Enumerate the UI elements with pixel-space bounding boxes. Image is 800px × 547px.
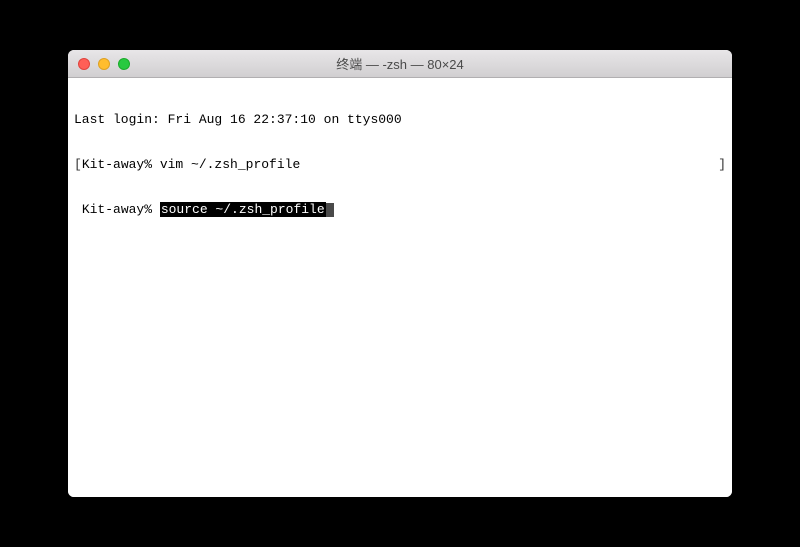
titlebar[interactable]: 终端 — -zsh — 80×24 <box>68 50 732 78</box>
zoom-icon[interactable] <box>118 58 130 70</box>
cursor-icon <box>326 203 334 217</box>
highlighted-command: source ~/.zsh_profile <box>160 202 326 217</box>
bracket-open: [ <box>74 157 82 172</box>
traffic-lights <box>68 58 130 70</box>
prompt: Kit-away% <box>82 157 160 172</box>
prompt: Kit-away% <box>82 202 160 217</box>
terminal-body[interactable]: Last login: Fri Aug 16 22:37:10 on ttys0… <box>68 78 732 497</box>
command-text: vim ~/.zsh_profile <box>160 157 300 172</box>
close-icon[interactable] <box>78 58 90 70</box>
terminal-window: 终端 — -zsh — 80×24 Last login: Fri Aug 16… <box>68 50 732 497</box>
window-title: 终端 — -zsh — 80×24 <box>68 54 732 73</box>
bracket-close: ] <box>718 157 726 172</box>
terminal-line: Kit-away% source ~/.zsh_profile <box>74 202 726 217</box>
bracket-open <box>74 202 82 217</box>
terminal-line: [Kit-away% vim ~/.zsh_profile] <box>74 157 726 172</box>
terminal-line: Last login: Fri Aug 16 22:37:10 on ttys0… <box>74 112 726 127</box>
minimize-icon[interactable] <box>98 58 110 70</box>
